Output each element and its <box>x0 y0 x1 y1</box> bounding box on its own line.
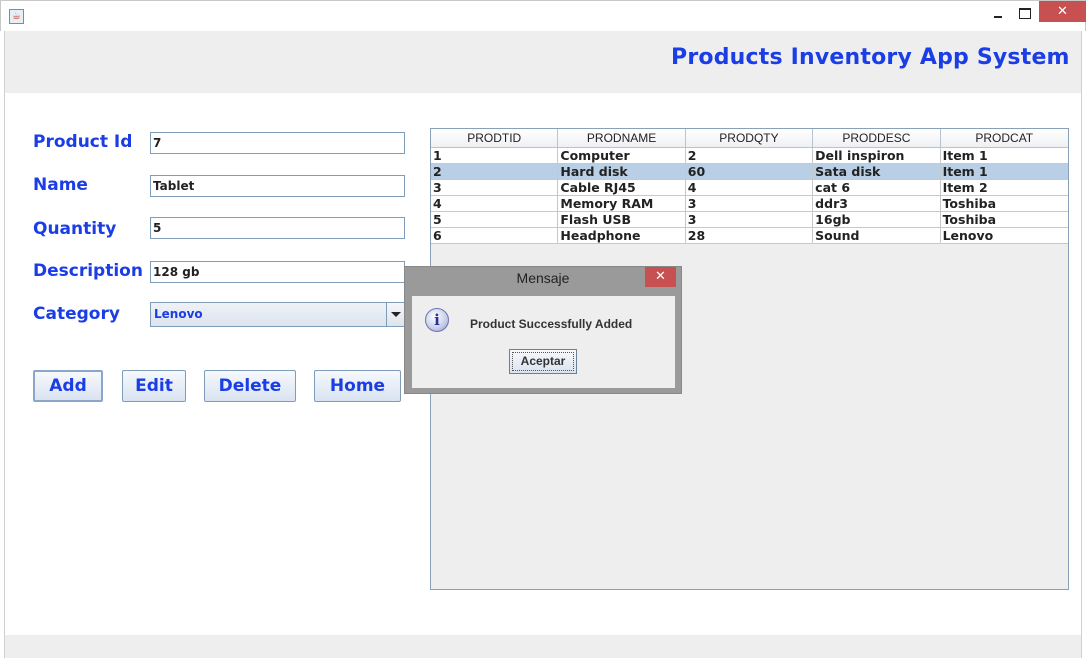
chevron-down-icon[interactable] <box>386 303 404 326</box>
name-field[interactable]: Tablet <box>150 175 405 197</box>
footer-panel <box>5 635 1081 658</box>
table-cell[interactable]: Computer <box>558 148 686 164</box>
table-cell[interactable]: Memory RAM <box>558 196 686 212</box>
table-cell[interactable]: 2 <box>686 148 814 164</box>
column-header[interactable]: PRODQTY <box>686 129 814 148</box>
header-panel: Products Inventory App System <box>5 31 1081 93</box>
table-row[interactable]: 6 Headphone 28 Sound Lenovo <box>431 228 1068 244</box>
edit-button[interactable]: Edit <box>122 370 186 402</box>
table-cell[interactable]: 3 <box>686 212 814 228</box>
table-body: 1 Computer 2 Dell inspiron Item 1 2 Hard disk 6… <box>431 148 1068 244</box>
minimize-button[interactable] <box>987 5 1009 23</box>
category-selected-value: Lenovo <box>154 307 203 321</box>
table-cell[interactable]: 16gb <box>813 212 941 228</box>
dialog-title: Mensaje <box>516 270 570 286</box>
table-cell[interactable]: Headphone <box>558 228 686 244</box>
table-cell[interactable]: 4 <box>431 196 559 212</box>
app-title: Products Inventory App System <box>671 45 1070 70</box>
table-cell[interactable]: Dell inspiron <box>813 148 941 164</box>
java-cup-icon: ☕ <box>9 9 24 24</box>
maximize-button[interactable] <box>1013 5 1035 23</box>
table-cell[interactable]: 60 <box>686 164 814 180</box>
table-cell[interactable]: 3 <box>686 196 814 212</box>
dialog-ok-button[interactable]: Aceptar <box>509 349 577 374</box>
add-button[interactable]: Add <box>33 370 103 402</box>
table-cell[interactable]: ddr3 <box>813 196 941 212</box>
column-header[interactable]: PRODDESC <box>813 129 941 148</box>
category-label: Category <box>33 304 120 324</box>
delete-button[interactable]: Delete <box>204 370 296 402</box>
table-cell[interactable]: 6 <box>431 228 559 244</box>
column-header[interactable]: PRODCAT <box>941 129 1068 148</box>
close-window-button[interactable]: ✕ <box>1039 1 1086 22</box>
category-combobox[interactable]: Lenovo <box>150 302 405 327</box>
table-cell[interactable]: Item 2 <box>941 180 1068 196</box>
quantity-label: Quantity <box>33 219 117 239</box>
quantity-field[interactable]: 5 <box>150 217 405 239</box>
table-row[interactable]: 2 Hard disk 60 Sata disk Item 1 <box>431 164 1068 180</box>
table-cell[interactable]: Toshiba <box>941 196 1068 212</box>
table-row[interactable]: 4 Memory RAM 3 ddr3 Toshiba <box>431 196 1068 212</box>
table-cell[interactable]: Hard disk <box>558 164 686 180</box>
product-id-field[interactable]: 7 <box>150 132 405 154</box>
table-cell[interactable]: 3 <box>431 180 559 196</box>
table-cell[interactable]: Item 1 <box>941 148 1068 164</box>
table-header: PRODTID PRODNAME PRODQTY PRODDESC PRODCAT <box>431 129 1068 148</box>
table-cell[interactable]: 2 <box>431 164 559 180</box>
table-cell[interactable]: cat 6 <box>813 180 941 196</box>
table-cell[interactable]: Toshiba <box>941 212 1068 228</box>
table-row[interactable]: 1 Computer 2 Dell inspiron Item 1 <box>431 148 1068 164</box>
table-cell[interactable]: Sata disk <box>813 164 941 180</box>
table-cell[interactable]: 28 <box>686 228 814 244</box>
table-row[interactable]: 3 Cable RJ45 4 cat 6 Item 2 <box>431 180 1068 196</box>
table-cell[interactable]: 1 <box>431 148 559 164</box>
table-cell[interactable]: 4 <box>686 180 814 196</box>
dialog-message: Product Successfully Added <box>470 317 633 331</box>
product-id-label: Product Id <box>33 132 133 152</box>
dialog-body: i Product Successfully Added Aceptar <box>412 296 675 388</box>
description-field[interactable]: 128 gb <box>150 261 405 283</box>
dialog-close-button[interactable]: ✕ <box>645 267 676 287</box>
name-label: Name <box>33 175 88 195</box>
column-header[interactable]: PRODNAME <box>558 129 686 148</box>
message-dialog: Mensaje ✕ i Product Successfully Added A… <box>404 266 682 394</box>
column-header[interactable]: PRODTID <box>431 129 559 148</box>
table-cell[interactable]: Flash USB <box>558 212 686 228</box>
window-titlebar: ☕ ✕ <box>0 0 1086 31</box>
table-row[interactable]: 5 Flash USB 3 16gb Toshiba <box>431 212 1068 228</box>
table-cell[interactable]: Item 1 <box>941 164 1068 180</box>
table-cell[interactable]: 5 <box>431 212 559 228</box>
info-icon: i <box>425 308 449 332</box>
description-label: Description <box>33 261 143 281</box>
table-cell[interactable]: Sound <box>813 228 941 244</box>
table-cell[interactable]: Cable RJ45 <box>558 180 686 196</box>
home-button[interactable]: Home <box>314 370 401 402</box>
table-cell[interactable]: Lenovo <box>941 228 1068 244</box>
